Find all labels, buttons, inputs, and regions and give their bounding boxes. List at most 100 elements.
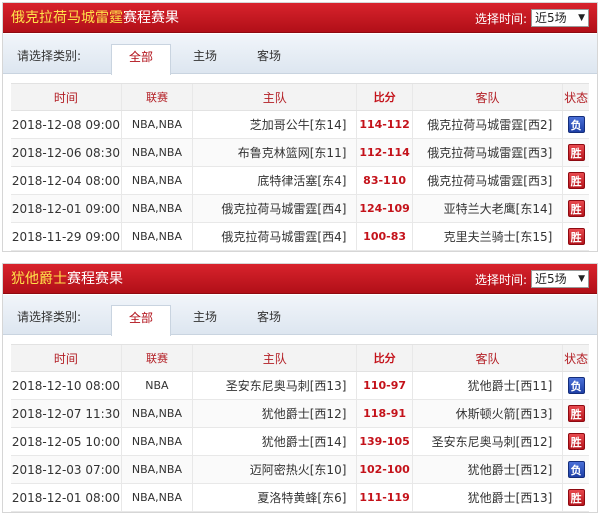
score[interactable]: 124-109 (357, 195, 413, 222)
league: NBA (122, 372, 194, 399)
time-range-value: 近5场 (535, 272, 567, 286)
home-team[interactable]: 夏洛特黄蜂[东6] (193, 484, 358, 511)
score[interactable]: 112-114 (357, 139, 413, 166)
table-row: 2018-11-29 09:00 NBA,NBA 俄克拉荷马城雷霆[西4] 10… (11, 223, 589, 251)
table-row: 2018-12-03 07:00 NBA,NBA 迈阿密热火[东10] 102-… (11, 456, 589, 484)
score[interactable]: 83-110 (357, 167, 413, 194)
tab-away[interactable]: 客场 (257, 308, 281, 325)
result-badge: 胜 (567, 489, 585, 506)
status-cell: 负 (563, 456, 589, 483)
away-team[interactable]: 克里夫兰骑士[东15] (413, 223, 564, 250)
home-team[interactable]: 布鲁克林篮网[东11] (193, 139, 358, 166)
result-badge: 负 (567, 461, 585, 478)
result-badge: 胜 (567, 433, 585, 450)
table-header: 时间 联赛 主队 比分 客队 状态 (11, 344, 589, 372)
table-row: 2018-12-07 11:30 NBA,NBA 犹他爵士[西12] 118-9… (11, 400, 589, 428)
time-range-label: 选择时间: (474, 11, 527, 26)
column-header-time: 时间 (11, 84, 122, 110)
match-time: 2018-12-05 10:00 (11, 428, 122, 455)
column-header-time: 时间 (11, 345, 122, 371)
status-cell: 胜 (563, 428, 589, 455)
chevron-down-icon: ▼ (578, 13, 585, 23)
away-team[interactable]: 俄克拉荷马城雷霆[西3] (413, 167, 564, 194)
table-row: 2018-12-06 08:30 NBA,NBA 布鲁克林篮网[东11] 112… (11, 139, 589, 167)
time-range-label: 选择时间: (474, 272, 527, 287)
tab-all[interactable]: 全部 (111, 305, 171, 336)
column-header-status: 状态 (564, 351, 589, 366)
league: NBA,NBA (122, 223, 194, 250)
league: NBA,NBA (122, 195, 194, 222)
league: NBA,NBA (122, 484, 194, 511)
result-badge: 负 (567, 116, 585, 133)
status-cell: 胜 (563, 223, 589, 250)
tab-away[interactable]: 客场 (257, 47, 281, 64)
table-row: 2018-12-05 10:00 NBA,NBA 犹他爵士[西14] 139-1… (11, 428, 589, 456)
table-row: 2018-12-01 08:00 NBA,NBA 夏洛特黄蜂[东6] 111-1… (11, 484, 589, 512)
away-team[interactable]: 休斯顿火箭[西13] (413, 400, 564, 427)
score[interactable]: 118-91 (357, 400, 413, 427)
score[interactable]: 100-83 (357, 223, 413, 250)
category-filter-bar: 请选择类别: 全部 主场 客场 (3, 295, 597, 336)
match-time: 2018-12-10 08:00 (11, 372, 122, 399)
home-team[interactable]: 芝加哥公牛[东14] (193, 111, 358, 138)
results-table: 时间 联赛 主队 比分 客队 状态 2018-12-10 08:00 NBA 圣… (11, 344, 589, 512)
time-range-control: 选择时间: 近5场 ▼ (475, 269, 589, 289)
column-header-home: 主队 (193, 345, 358, 371)
score[interactable]: 102-100 (357, 456, 413, 483)
table-row: 2018-12-01 09:00 NBA,NBA 俄克拉荷马城雷霆[西4] 12… (11, 195, 589, 223)
league: NBA,NBA (122, 456, 194, 483)
time-range-value: 近5场 (535, 11, 567, 25)
table-row: 2018-12-10 08:00 NBA 圣安东尼奥马刺[西13] 110-97… (11, 372, 589, 400)
schedule-panel-thunder: 俄克拉荷马城雷霆赛程赛果 选择时间: 近5场 ▼ 请选择类别: 全部 主场 客场 … (2, 2, 598, 252)
match-time: 2018-12-01 08:00 (11, 484, 122, 511)
result-badge: 胜 (567, 228, 585, 245)
match-time: 2018-12-06 08:30 (11, 139, 122, 166)
column-header-home: 主队 (193, 84, 358, 110)
time-range-select[interactable]: 近5场 ▼ (531, 270, 589, 288)
results-table: 时间 联赛 主队 比分 客队 状态 2018-12-08 09:00 NBA,N… (11, 83, 589, 251)
away-team[interactable]: 俄克拉荷马城雷霆[西3] (413, 139, 564, 166)
home-team[interactable]: 底特律活塞[东4] (193, 167, 358, 194)
tab-all[interactable]: 全部 (111, 44, 171, 75)
away-team[interactable]: 亚特兰大老鹰[东14] (413, 195, 564, 222)
schedule-panel-jazz: 犹他爵士赛程赛果 选择时间: 近5场 ▼ 请选择类别: 全部 主场 客场 时间 联… (2, 263, 598, 513)
team-name: 俄克拉荷马城雷霆 (11, 10, 123, 26)
result-badge: 胜 (567, 172, 585, 189)
league: NBA,NBA (122, 111, 194, 138)
table-header: 时间 联赛 主队 比分 客队 状态 (11, 83, 589, 111)
status-cell: 胜 (563, 400, 589, 427)
category-filter-label: 请选择类别: (17, 49, 82, 63)
table-body: 2018-12-10 08:00 NBA 圣安东尼奥马刺[西13] 110-97… (11, 372, 589, 512)
away-team[interactable]: 圣安东尼奥马刺[西12] (413, 428, 564, 455)
panel-title: 俄克拉荷马城雷霆赛程赛果 (11, 9, 179, 27)
time-range-select[interactable]: 近5场 ▼ (531, 9, 589, 27)
column-header-status: 状态 (564, 90, 589, 105)
table-row: 2018-12-04 08:00 NBA,NBA 底特律活塞[东4] 83-11… (11, 167, 589, 195)
tab-home[interactable]: 主场 (193, 47, 217, 64)
home-team[interactable]: 犹他爵士[西12] (193, 400, 358, 427)
score[interactable]: 111-119 (357, 484, 413, 511)
score[interactable]: 110-97 (357, 372, 413, 399)
league: NBA,NBA (122, 400, 194, 427)
away-team[interactable]: 犹他爵士[西12] (413, 456, 564, 483)
away-team[interactable]: 俄克拉荷马城雷霆[西2] (413, 111, 564, 138)
home-team[interactable]: 迈阿密热火[东10] (193, 456, 358, 483)
tab-home[interactable]: 主场 (193, 308, 217, 325)
home-team[interactable]: 俄克拉荷马城雷霆[西4] (193, 195, 358, 222)
status-cell: 胜 (563, 167, 589, 194)
table-row: 2018-12-08 09:00 NBA,NBA 芝加哥公牛[东14] 114-… (11, 111, 589, 139)
column-header-league: 联赛 (122, 84, 194, 110)
home-team[interactable]: 俄克拉荷马城雷霆[西4] (193, 223, 358, 250)
match-time: 2018-12-03 07:00 (11, 456, 122, 483)
away-team[interactable]: 犹他爵士[西11] (413, 372, 564, 399)
score[interactable]: 139-105 (357, 428, 413, 455)
status-cell: 负 (563, 111, 589, 138)
away-team[interactable]: 犹他爵士[西13] (413, 484, 564, 511)
result-badge: 负 (567, 377, 585, 394)
category-filter-bar: 请选择类别: 全部 主场 客场 (3, 34, 597, 75)
match-time: 2018-12-07 11:30 (11, 400, 122, 427)
score[interactable]: 114-112 (357, 111, 413, 138)
home-team[interactable]: 犹他爵士[西14] (193, 428, 358, 455)
home-team[interactable]: 圣安东尼奥马刺[西13] (193, 372, 358, 399)
league: NBA,NBA (122, 139, 194, 166)
